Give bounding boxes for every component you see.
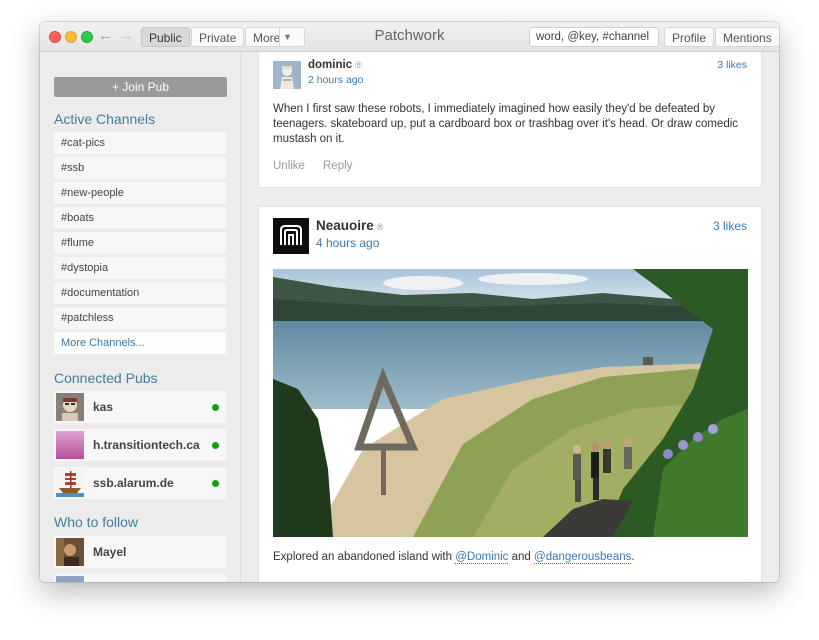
verified-icon: ® xyxy=(376,222,384,232)
pub-name: h.transitiontech.ca xyxy=(93,438,200,452)
viking-ship-icon xyxy=(56,469,84,497)
mention-link[interactable]: @dangerousbeans xyxy=(534,551,632,564)
channel-item[interactable]: #patchless xyxy=(54,307,226,329)
author-name[interactable]: Neauoire xyxy=(316,218,374,233)
more-channels-link[interactable]: More Channels... xyxy=(54,332,226,354)
post-text: and xyxy=(508,551,535,563)
channel-item[interactable]: #ssb xyxy=(54,157,226,179)
sidebar: + Join Pub Active Channels #cat-pics #ss… xyxy=(40,52,241,582)
post-text: Explored an abandoned island with xyxy=(273,551,456,563)
avatar xyxy=(56,576,84,582)
online-status-dot xyxy=(212,442,219,449)
verified-icon: ® xyxy=(355,60,362,70)
connected-pubs-heading: Connected Pubs xyxy=(54,370,158,386)
post-photo[interactable] xyxy=(273,269,748,537)
reply-button[interactable]: Reply xyxy=(323,160,352,172)
post-author[interactable]: Neauoire ® xyxy=(316,218,383,233)
avatar[interactable] xyxy=(273,61,301,89)
follow-suggestion-mayel[interactable]: Mayel xyxy=(54,536,226,568)
post-body: Explored an abandoned island with @Domin… xyxy=(273,550,743,565)
channel-item[interactable]: #boats xyxy=(54,207,226,229)
post-card: dominic ® 2 hours ago 3 likes When I firs… xyxy=(258,52,762,188)
feed[interactable]: dominic ® 2 hours ago 3 likes When I firs… xyxy=(242,52,779,582)
unlike-button[interactable]: Unlike xyxy=(273,160,305,172)
profile-button[interactable]: Profile xyxy=(664,27,715,47)
post-card: Neauoire ® 4 hours ago 3 likes Explored … xyxy=(258,206,762,582)
post-timestamp[interactable]: 2 hours ago xyxy=(308,74,363,86)
mention-link[interactable]: @Dominic xyxy=(455,551,509,564)
follow-name: Mayel xyxy=(93,545,127,559)
pub-name: ssb.alarum.de xyxy=(93,476,174,490)
avatar xyxy=(56,393,84,421)
channel-item[interactable]: #cat-pics xyxy=(54,132,226,154)
post-timestamp[interactable]: 4 hours ago xyxy=(316,236,379,250)
likes-count[interactable]: 3 likes xyxy=(713,219,747,233)
channel-item[interactable]: #flume xyxy=(54,232,226,254)
pub-item-h-transitiontech[interactable]: h.transitiontech.ca xyxy=(54,429,226,461)
follow-suggestion[interactable] xyxy=(54,574,226,582)
mentions-button[interactable]: Mentions xyxy=(715,27,779,47)
pub-name: kas xyxy=(93,400,114,414)
post-text: . xyxy=(631,551,635,563)
avatar[interactable] xyxy=(273,218,309,254)
post-body: When I first saw these robots, I immedia… xyxy=(273,103,739,145)
who-to-follow-heading: Who to follow xyxy=(54,514,139,530)
likes-count[interactable]: 3 likes xyxy=(717,59,747,71)
channel-item[interactable]: #documentation xyxy=(54,282,226,304)
search-input[interactable]: word, @key, #channel xyxy=(529,27,659,47)
author-name[interactable]: dominic xyxy=(308,59,352,71)
channel-item[interactable]: #dystopia xyxy=(54,257,226,279)
avatar xyxy=(56,431,84,459)
join-pub-button[interactable]: + Join Pub xyxy=(54,77,227,97)
channel-item[interactable]: #new-people xyxy=(54,182,226,204)
title-bar: ← → Public Private More ▼ Patchwork word… xyxy=(40,22,779,52)
avatar xyxy=(56,538,84,566)
online-status-dot xyxy=(212,404,219,411)
post-author[interactable]: dominic ® xyxy=(308,59,362,71)
online-status-dot xyxy=(212,480,219,487)
active-channels-heading: Active Channels xyxy=(54,111,156,127)
app-window: ← → Public Private More ▼ Patchwork word… xyxy=(40,22,779,582)
pub-item-ssb-alarum[interactable]: ssb.alarum.de xyxy=(54,467,226,499)
pub-item-kas[interactable]: kas xyxy=(54,391,226,423)
